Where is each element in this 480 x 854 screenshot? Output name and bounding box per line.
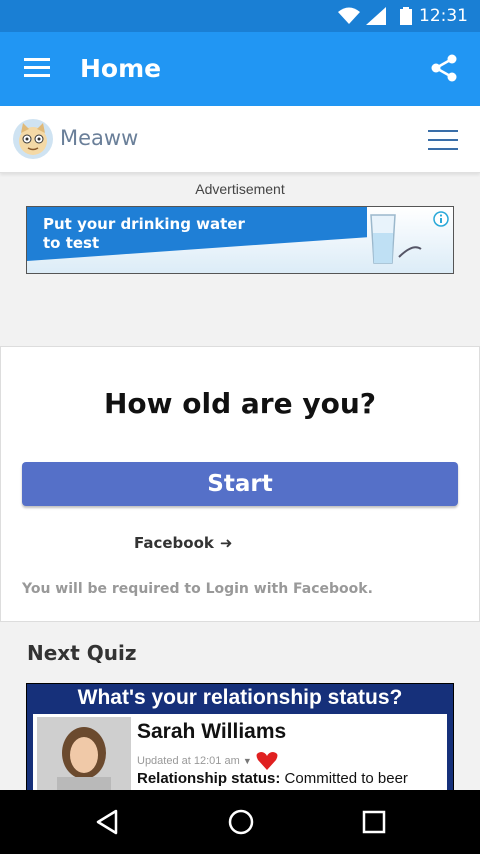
relationship-label: Relationship status:	[137, 770, 281, 787]
ad-banner[interactable]: Put your drinking water to test	[26, 206, 454, 274]
profile-photo	[37, 717, 131, 792]
signal-icon	[366, 7, 386, 25]
next-quiz-heading: Next Quiz	[27, 641, 137, 665]
updated-text: Updated at 12:01 am	[137, 754, 240, 767]
menu-icon[interactable]	[24, 58, 50, 78]
start-button[interactable]: Start	[22, 462, 458, 506]
brand-name[interactable]: Meaww	[60, 126, 138, 150]
wifi-icon	[338, 7, 360, 24]
profile-name: Sarah Williams	[137, 720, 287, 743]
quiz-question: How old are you?	[103, 387, 376, 420]
heart-icon	[256, 752, 278, 770]
app-bar: Home	[0, 32, 480, 106]
advertisement-label: Advertisement	[195, 181, 285, 197]
ad-text: Put your drinking water to test	[43, 215, 245, 253]
facebook-label: Facebook	[134, 534, 214, 552]
ad-text-line1: Put your drinking water	[43, 215, 245, 233]
quiz-card: How old are you? Start Facebook ➜ You wil…	[0, 346, 480, 622]
facebook-link[interactable]: Facebook ➜	[134, 534, 232, 552]
hamburger-icon[interactable]	[428, 130, 458, 157]
home-icon[interactable]	[227, 808, 255, 836]
recents-icon[interactable]	[361, 808, 387, 836]
profile-preview: Sarah Williams Updated at 12:01 am ▼ Rel…	[33, 714, 447, 792]
next-quiz-image[interactable]: What's your relationship status? Sarah W…	[26, 683, 454, 793]
site-header: Meaww	[0, 106, 480, 173]
share-icon[interactable]	[430, 54, 458, 82]
back-icon[interactable]	[94, 808, 120, 836]
ad-info-icon[interactable]	[433, 211, 449, 227]
relationship-value: Committed to beer	[284, 770, 408, 787]
ad-text-line2: to test	[43, 234, 100, 252]
relationship-status: Relationship status: Committed to beer	[137, 770, 408, 787]
system-nav-bar	[0, 790, 480, 854]
status-time: 12:31	[419, 6, 468, 26]
next-quiz-title: What's your relationship status?	[77, 686, 403, 709]
arrow-right-icon: ➜	[219, 534, 233, 552]
water-glass-image	[370, 214, 422, 264]
cat-logo[interactable]	[13, 119, 53, 159]
updated-time: Updated at 12:01 am ▼	[137, 751, 278, 771]
caret-down-icon: ▼	[242, 755, 252, 766]
page-title: Home	[80, 54, 162, 83]
status-bar: 12:31	[0, 0, 480, 32]
battery-icon	[400, 7, 412, 25]
login-note: You will be required to Login with Faceb…	[22, 581, 373, 597]
